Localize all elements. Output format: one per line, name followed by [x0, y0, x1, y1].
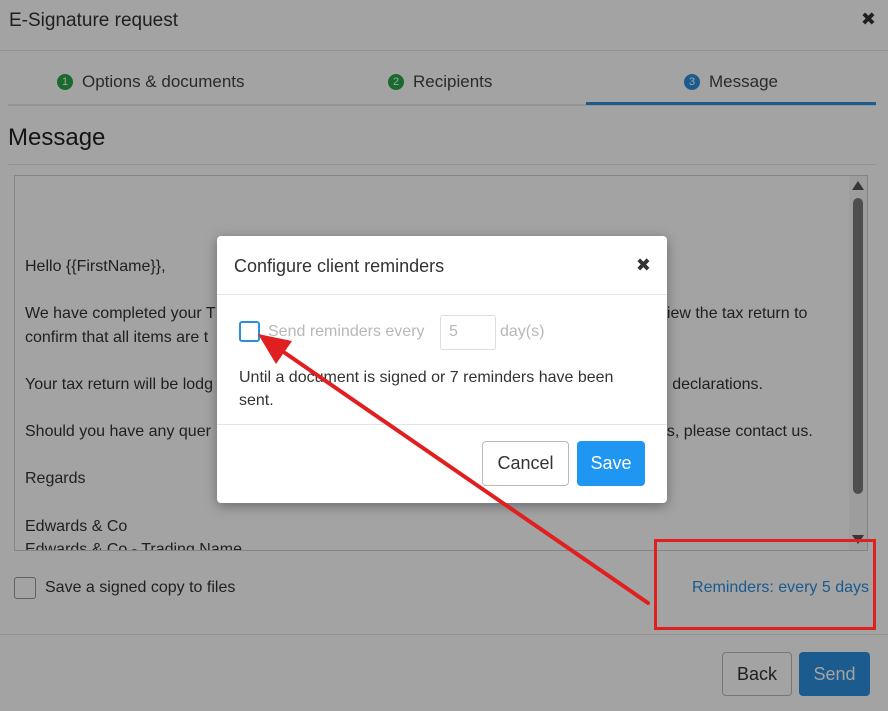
modal-divider	[217, 424, 667, 425]
modal-header: Configure client reminders ✖	[217, 236, 667, 295]
send-reminders-checkbox[interactable]	[239, 321, 260, 342]
reminders-modal: Configure client reminders ✖ Send remind…	[217, 236, 667, 503]
reminder-settings-row: Send reminders every 5 day(s)	[239, 315, 649, 351]
reminder-note: Until a document is signed or 7 reminder…	[239, 369, 614, 409]
save-button[interactable]: Save	[577, 441, 645, 486]
annotation-highlight-box	[654, 539, 876, 630]
send-reminders-label: Send reminders every	[268, 323, 425, 340]
modal-title: Configure client reminders	[234, 256, 445, 276]
reminder-interval-input[interactable]: 5	[440, 315, 496, 350]
cancel-button[interactable]: Cancel	[482, 441, 569, 486]
interval-unit-label: day(s)	[500, 323, 545, 340]
close-icon[interactable]: ✖	[636, 255, 651, 276]
